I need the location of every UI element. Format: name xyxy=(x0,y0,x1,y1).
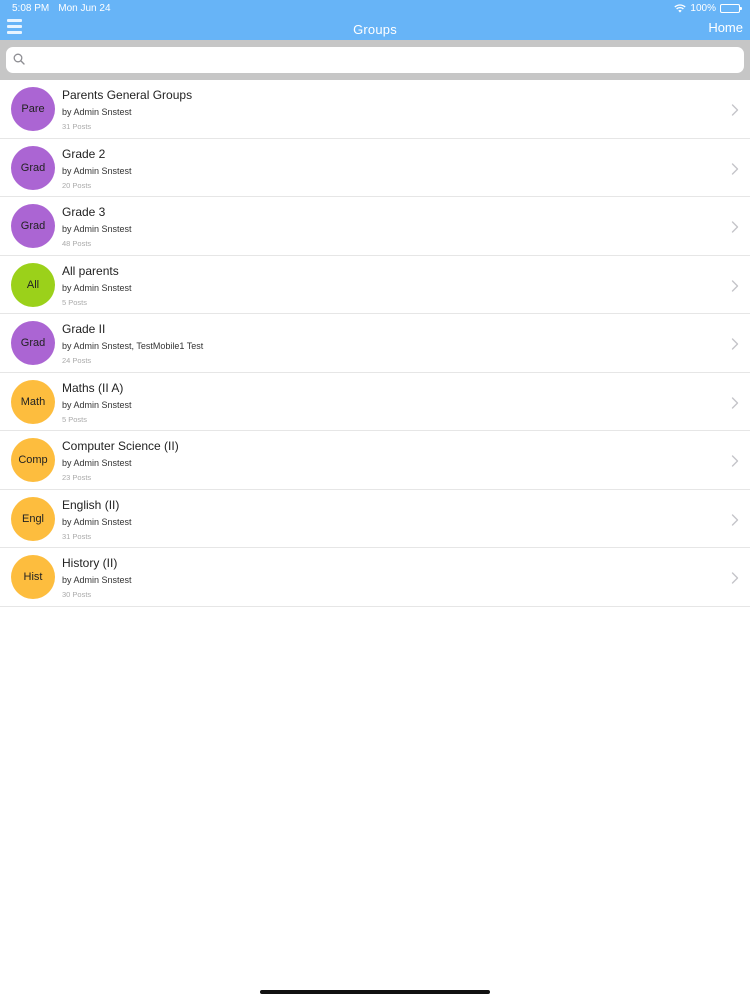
chevron-right-icon xyxy=(731,162,739,175)
chevron-right-icon xyxy=(731,221,739,233)
group-post-count: 23 Posts xyxy=(62,473,92,482)
group-avatar: Grad xyxy=(11,145,55,190)
group-avatar: Pare xyxy=(11,87,55,131)
group-avatar: Grad xyxy=(11,204,55,248)
group-owner: by Admin Snstest xyxy=(62,282,132,293)
group-row[interactable]: Grad Grade 2 by Admin Snstest 20 Posts xyxy=(0,139,750,197)
status-date: Mon Jun 24 xyxy=(58,3,111,14)
group-name: Computer Science (II) xyxy=(62,439,179,453)
chevron-right-icon xyxy=(731,513,739,526)
wifi-icon xyxy=(674,4,687,13)
group-row[interactable]: Hist History (II) by Admin Snstest 30 Po… xyxy=(0,548,750,607)
group-owner: by Admin Snstest xyxy=(62,165,132,176)
group-post-count: 31 Posts xyxy=(62,122,92,131)
group-owner: by Admin Snstest xyxy=(62,575,132,585)
home-button[interactable]: Home xyxy=(708,20,743,35)
group-name: All parents xyxy=(62,263,119,278)
group-name: Grade 3 xyxy=(62,205,106,219)
group-row[interactable]: Comp Computer Science (II) by Admin Snst… xyxy=(0,431,750,490)
group-row[interactable]: All All parents by Admin Snstest 5 Posts xyxy=(0,256,750,314)
chevron-right-icon xyxy=(731,572,739,584)
search-icon xyxy=(13,53,25,65)
group-avatar: Comp xyxy=(11,438,55,482)
group-owner: by Admin Snstest xyxy=(62,516,132,527)
group-row[interactable]: Grad Grade II by Admin Snstest, TestMobi… xyxy=(0,314,750,373)
status-time: 5:08 PM xyxy=(12,3,50,14)
group-owner: by Admin Snstest xyxy=(62,107,132,117)
group-owner: by Admin Snstest xyxy=(62,399,132,410)
group-name: Grade II xyxy=(62,322,106,336)
chevron-right-icon xyxy=(731,279,739,292)
group-avatar: Engl xyxy=(11,496,55,541)
group-post-count: 5 Posts xyxy=(62,297,88,307)
status-bar-right: 100% xyxy=(674,3,742,14)
group-owner: by Admin Snstest xyxy=(62,458,132,468)
battery-icon xyxy=(720,4,742,13)
group-row[interactable]: Math Maths (II A) by Admin Snstest 5 Pos… xyxy=(0,373,750,431)
navigation-bar: 5:08 PM Mon Jun 24 100% Groups Home xyxy=(0,0,750,40)
group-row[interactable]: Pare Parents General Groups by Admin Sns… xyxy=(0,80,750,139)
group-name: Maths (II A) xyxy=(62,380,124,395)
group-list: Pare Parents General Groups by Admin Sns… xyxy=(0,80,750,607)
search-field[interactable] xyxy=(6,47,744,73)
group-row[interactable]: Engl English (II) by Admin Snstest 31 Po… xyxy=(0,490,750,548)
group-post-count: 5 Posts xyxy=(62,414,88,424)
search-input[interactable] xyxy=(30,47,730,73)
search-bar xyxy=(0,40,750,80)
group-row[interactable]: Grad Grade 3 by Admin Snstest 48 Posts xyxy=(0,197,750,256)
group-avatar: All xyxy=(11,262,55,307)
group-post-count: 24 Posts xyxy=(62,356,92,365)
group-post-count: 30 Posts xyxy=(62,590,92,599)
group-name: History (II) xyxy=(62,556,118,570)
group-name: Grade 2 xyxy=(62,146,106,161)
chevron-right-icon xyxy=(731,396,739,409)
group-name: Parents General Groups xyxy=(62,88,193,102)
group-owner: by Admin Snstest, TestMobile1 Test xyxy=(62,341,204,351)
group-avatar: Hist xyxy=(11,555,55,599)
chevron-right-icon xyxy=(731,104,739,116)
status-bar-time: 5:08 PM Mon Jun 24 xyxy=(12,3,111,14)
chevron-right-icon xyxy=(731,455,739,467)
battery-percent: 100% xyxy=(690,3,716,14)
group-post-count: 31 Posts xyxy=(62,531,92,541)
page-title: Groups xyxy=(353,22,397,37)
group-owner: by Admin Snstest xyxy=(62,224,132,234)
home-indicator xyxy=(260,990,490,994)
group-name: English (II) xyxy=(62,497,120,512)
group-post-count: 20 Posts xyxy=(62,180,92,190)
group-avatar: Grad xyxy=(11,321,55,365)
chevron-right-icon xyxy=(731,338,739,350)
group-avatar: Math xyxy=(11,379,55,424)
group-post-count: 48 Posts xyxy=(62,239,92,248)
